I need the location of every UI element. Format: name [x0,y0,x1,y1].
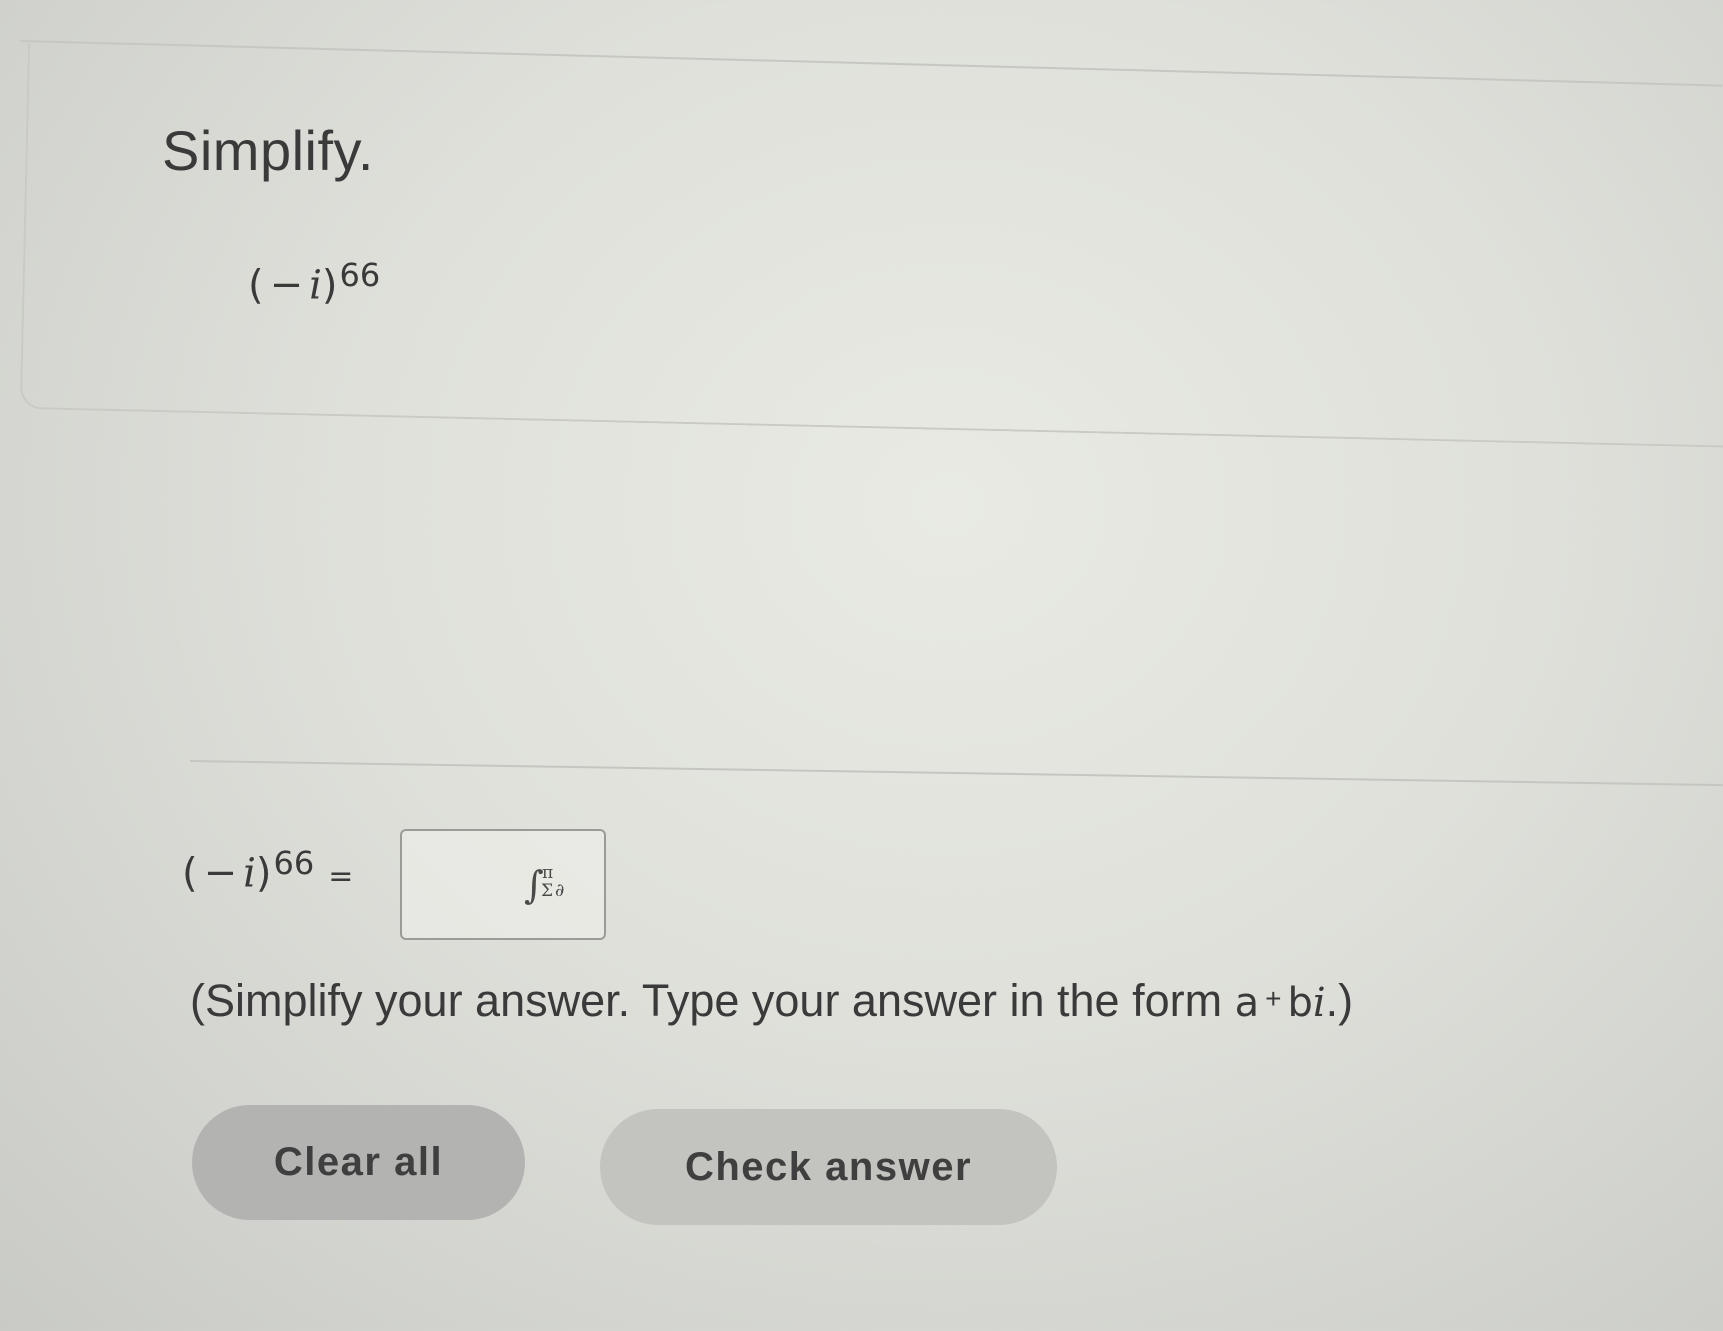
minus-sign: − [269,262,304,309]
hint-text: (Simplify your answer. Type your answer … [190,975,1235,1026]
close-paren: ) [255,850,272,897]
open-paren: ( [248,262,264,309]
minus-sign: − [203,850,238,897]
form-a: a [1234,980,1260,1026]
form-plus: + [1265,983,1282,1014]
sigma-glyph: Σ [541,881,554,901]
check-answer-button[interactable]: Check answer [600,1109,1057,1225]
math-palette-icon[interactable]: ∫ π Σ ∂ [524,863,574,907]
form-bi: bi [1287,980,1325,1026]
form-b: b [1287,980,1313,1026]
imaginary-unit: i [309,262,322,309]
close-paren: ) [321,262,338,309]
equals-sign: = [328,859,354,895]
answer-expression: (− i)66 = [182,844,354,897]
pi-glyph: π [542,863,554,883]
exponent: 66 [273,844,315,882]
imaginary-unit: i [243,850,256,897]
partial-glyph: ∂ [555,880,565,901]
answer-format-hint: (Simplify your answer. Type your answer … [190,975,1353,1027]
open-paren: ( [182,850,198,897]
hint-suffix: .) [1325,975,1354,1026]
exponent: 66 [339,256,381,294]
question-panel [19,44,1723,448]
problem-expression: (− i)66 [248,256,380,309]
answer-input[interactable]: ∫ π Σ ∂ [400,829,606,940]
answer-divider [189,760,1723,787]
form-i: i [1312,980,1326,1026]
clear-all-button[interactable]: Clear all [192,1105,525,1220]
question-instruction: Simplify. [162,119,374,182]
